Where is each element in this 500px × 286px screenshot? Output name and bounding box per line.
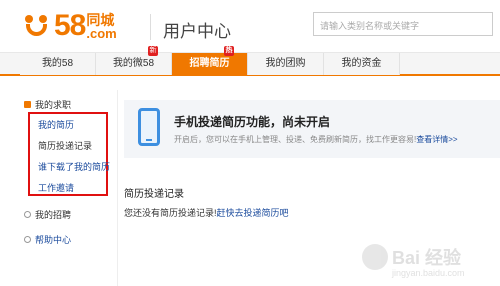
- nav-label: 我的58: [41, 58, 74, 69]
- sidebar-item-who-downloaded[interactable]: 谁下载了我的简历: [38, 160, 110, 173]
- mobile-phone-icon: [138, 108, 160, 146]
- nav-label: 招聘简历: [189, 58, 230, 69]
- header-divider: [150, 14, 151, 40]
- logo-domain: .com: [86, 25, 117, 41]
- minus-square-icon: [24, 101, 31, 108]
- help-link[interactable]: 帮助中心: [35, 233, 71, 246]
- records-section-title: 简历投递记录: [124, 189, 184, 200]
- logo-chinese: 同城: [86, 11, 115, 28]
- new-badge: 新: [148, 46, 158, 56]
- logo-number: 58: [54, 9, 86, 42]
- search-input[interactable]: 请输入类别名称或关键字: [313, 12, 493, 36]
- hot-badge: 热: [224, 46, 234, 56]
- promo-desc-text: 开启后，您可以在手机上管理、投递、免费刷新简历，找工作更容易!: [174, 135, 417, 144]
- nav-item-groupbuy[interactable]: 我的团购: [248, 53, 324, 75]
- empty-text: 您还没有简历投递记录!: [124, 208, 217, 218]
- nav-item-recruit-resume[interactable]: 招聘简历 热: [172, 46, 248, 75]
- page-title: 用户中心: [163, 22, 231, 41]
- watermark-url: jingyan.baidu.com: [392, 268, 465, 278]
- sidebar-group-label: 我的招聘: [35, 210, 72, 220]
- promo-title: 手机投递简历功能，尚未开启: [174, 115, 331, 129]
- header: 58 同城 .com 用户中心 请输入类别名称或关键字: [0, 0, 500, 52]
- go-deliver-resume-link[interactable]: 赶快去投递简历吧: [217, 208, 289, 218]
- sidebar-help[interactable]: 帮助中心: [24, 233, 71, 246]
- sidebar-group-label: 我的求职: [35, 100, 72, 110]
- nav-label: 我的团购: [265, 58, 306, 69]
- sidebar-item-delivery-records[interactable]: 简历投递记录: [38, 139, 92, 152]
- view-details-link[interactable]: 查看详情>>: [416, 135, 457, 144]
- mobile-promo-banner: 手机投递简历功能，尚未开启 开启后，您可以在手机上管理、投递、免费刷新简历，找工…: [124, 100, 500, 158]
- main-nav: 我的58 我的微58 新 招聘简历 热 我的团购 我的资金: [0, 46, 500, 76]
- nav-label: 我的资金: [341, 58, 382, 69]
- sidebar-group-recruit[interactable]: 我的招聘: [24, 208, 71, 221]
- nav-label: 我的微58: [112, 58, 155, 69]
- sidebar-item-my-resume[interactable]: 我的简历: [38, 118, 74, 131]
- sidebar-group-job[interactable]: 我的求职: [24, 98, 71, 111]
- nav-item-micro58[interactable]: 我的微58 新: [96, 46, 172, 75]
- nav-item-my58[interactable]: 我的58: [20, 53, 96, 75]
- watermark-text: Bai 经验: [392, 248, 462, 268]
- baidu-paw-icon: [362, 244, 388, 270]
- plus-circle-icon: [24, 211, 31, 218]
- help-icon: [24, 236, 31, 243]
- smiley-logo-icon: [22, 13, 52, 39]
- promo-description: 开启后，您可以在手机上管理、投递、免费刷新简历，找工作更容易!查看详情>>: [174, 134, 458, 145]
- records-empty-message: 您还没有简历投递记录!赶快去投递简历吧: [124, 206, 289, 219]
- site-logo[interactable]: 58 同城 .com: [22, 9, 117, 43]
- baidu-jingyan-watermark: Bai 经验 jingyan.baidu.com: [362, 240, 498, 284]
- nav-item-funds[interactable]: 我的资金: [324, 53, 400, 75]
- sidebar-item-job-invites[interactable]: 工作邀请: [38, 181, 74, 194]
